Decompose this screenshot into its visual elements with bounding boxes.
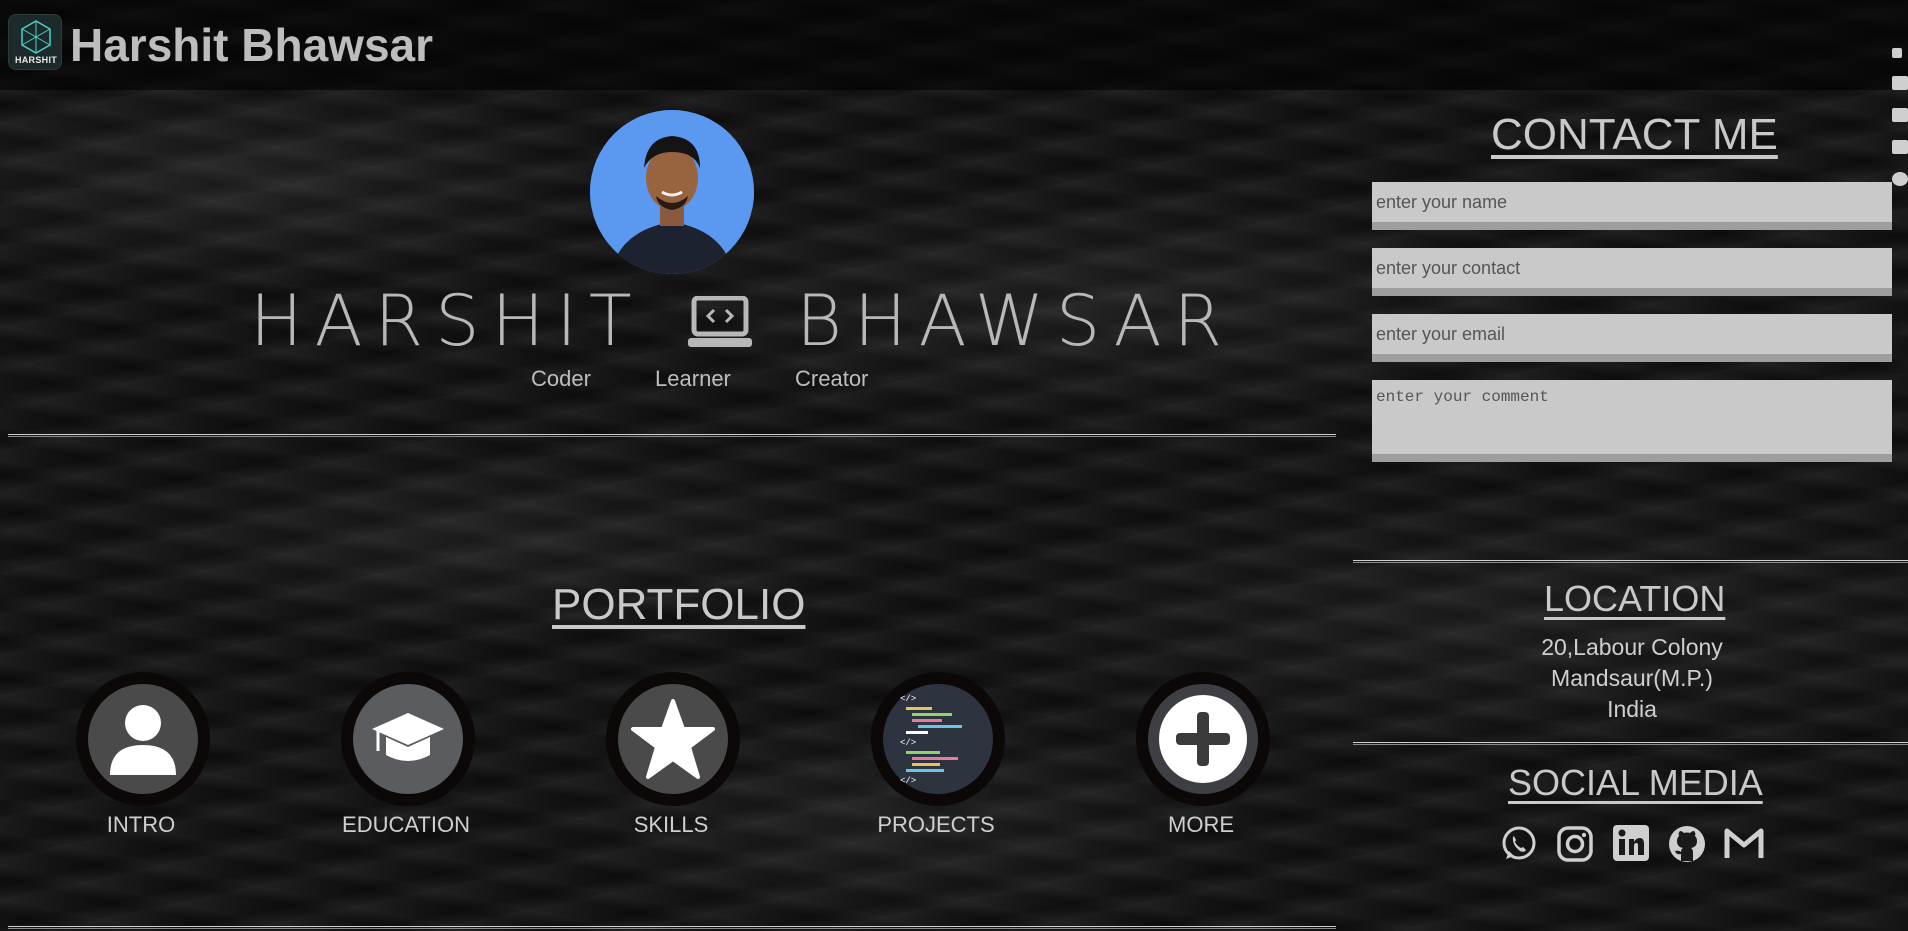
portfolio-item-intro[interactable]: INTRO <box>71 672 211 842</box>
portfolio-label-skills: SKILLS <box>633 812 709 837</box>
portfolio-item-education[interactable]: EDUCATION <box>336 672 476 842</box>
contact-title: CONTACT ME <box>1491 110 1778 159</box>
address-line-3: India <box>1607 696 1657 722</box>
logo-text: HARSHIT <box>14 55 58 65</box>
portfolio-item-skills[interactable]: SKILLS <box>601 672 741 842</box>
tagline-coder: Coder <box>531 366 591 391</box>
graduation-cap-icon <box>353 684 463 794</box>
sidebar-tool-icon[interactable] <box>1892 48 1902 58</box>
site-title[interactable]: Harshit Bhawsar <box>70 18 433 72</box>
social-title: SOCIAL MEDIA <box>1508 762 1763 803</box>
portfolio-item-more[interactable]: MORE <box>1131 672 1271 842</box>
gear-icon[interactable] <box>1892 172 1908 186</box>
window-icon[interactable] <box>1892 108 1908 122</box>
divider <box>1353 742 1908 745</box>
site-logo[interactable]: HARSHIT <box>8 14 62 70</box>
browser-extension-sidebar[interactable] <box>1888 48 1908 198</box>
svg-text:</>: </> <box>900 738 916 748</box>
location-title: LOCATION <box>1544 578 1726 619</box>
code-icon: </> </> </> <box>883 684 993 794</box>
logo-icon <box>21 20 51 54</box>
portfolio-label-projects: PROJECTS <box>877 812 995 837</box>
camera-icon[interactable] <box>1892 76 1908 90</box>
address-line-2: Mandsaur(M.P.) <box>1551 665 1713 691</box>
contact-input[interactable] <box>1372 248 1892 296</box>
address-line-1: 20,Labour Colony <box>1541 634 1723 660</box>
portfolio-title: PORTFOLIO <box>552 580 806 629</box>
github-icon[interactable] <box>1668 825 1706 868</box>
instagram-icon[interactable] <box>1556 825 1594 868</box>
laptop-code-icon <box>687 291 752 361</box>
user-icon <box>88 684 198 794</box>
divider <box>8 926 1336 929</box>
portfolio-label-intro: INTRO <box>106 812 176 837</box>
portfolio-item-projects[interactable]: </> </> </> PROJECTS <box>866 672 1006 842</box>
tagline-learner: Learner <box>655 366 731 391</box>
svg-text:</>: </> <box>900 776 916 786</box>
gmail-icon[interactable] <box>1724 825 1764 866</box>
header: HARSHIT Harshit Bhawsar <box>0 0 1908 90</box>
portfolio-label-education: EDUCATION <box>342 812 470 837</box>
hero-name: HARSHIT BHAWSAR <box>250 286 1234 361</box>
gallery-icon[interactable] <box>1892 140 1908 154</box>
email-input[interactable] <box>1372 314 1892 362</box>
comment-textarea[interactable] <box>1372 380 1892 462</box>
whatsapp-icon[interactable] <box>1500 825 1538 868</box>
divider <box>8 434 1336 437</box>
profile-photo <box>590 110 754 274</box>
hero-name-last: BHAWSAR <box>796 280 1235 362</box>
tagline: Coder Learner Creator <box>531 366 898 392</box>
svg-text:</>: </> <box>900 694 916 704</box>
divider <box>1353 560 1908 563</box>
tagline-creator: Creator <box>795 366 869 391</box>
hero-name-first: HARSHIT <box>250 280 644 362</box>
linkedin-icon[interactable] <box>1613 825 1649 866</box>
name-input[interactable] <box>1372 182 1892 230</box>
plus-icon <box>1148 684 1258 794</box>
star-icon <box>618 684 728 794</box>
portfolio-label-more: MORE <box>1168 812 1234 837</box>
